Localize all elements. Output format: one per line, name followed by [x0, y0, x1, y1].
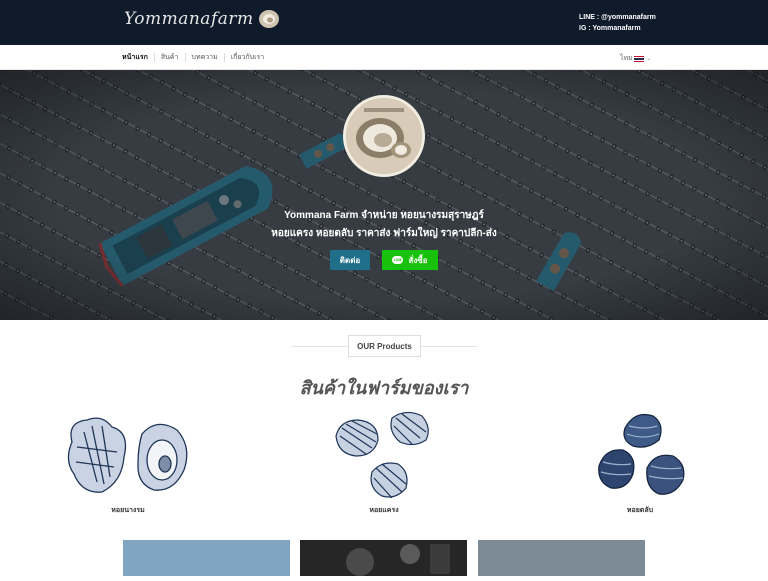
nav-menu: หน้าแรก สินค้า บทความ เกี่ยวกับเรา [122, 53, 270, 62]
order-button-label: สั่งซื้อ [408, 255, 428, 265]
ig-contact[interactable]: IG : Yommanafarm [579, 23, 656, 34]
hero-headline-2: หอยแครง หอยตลับ ราคาส่ง ฟาร์มใหญ่ ราคาปล… [271, 228, 497, 239]
oyster-photo-icon [346, 98, 422, 174]
main-nav: หน้าแรก สินค้า บทความ เกี่ยวกับเรา ไทย ⌄ [0, 45, 768, 70]
order-button[interactable]: LINE สั่งซื้อ [382, 250, 438, 270]
thumbnail-image [300, 540, 467, 576]
product-cockle[interactable] [330, 406, 435, 506]
article-thumbnail-3[interactable] [478, 540, 645, 576]
oyster-logo-icon [258, 10, 279, 28]
divider-right [421, 346, 477, 347]
product-label-cockle[interactable]: หอยแครง [324, 505, 444, 516]
contact-button[interactable]: ติดต่อ [330, 250, 370, 270]
article-thumbnail-2[interactable] [300, 540, 467, 576]
site-logo[interactable]: Yommanafarm [124, 8, 280, 30]
clam-icon [598, 413, 685, 495]
divider-left [292, 346, 348, 347]
language-selector[interactable]: ไทย ⌄ [620, 53, 651, 64]
language-label: ไทย [620, 55, 633, 62]
product-oyster[interactable] [62, 412, 192, 502]
nav-item-home[interactable]: หน้าแรก [122, 53, 154, 62]
hero-banner: Yommana Farm จำหน่าย หอยนางรมสุราษฎร์ หอ… [0, 70, 768, 320]
products-badge: OUR Products [348, 335, 421, 357]
thai-flag-icon [634, 55, 645, 62]
product-label-clam[interactable]: หอยตลับ [580, 505, 700, 516]
article-thumbnail-1[interactable] [123, 540, 290, 576]
contact-button-label: ติดต่อ [339, 255, 361, 265]
product-clam[interactable] [595, 408, 690, 505]
line-app-icon: LINE [392, 256, 404, 264]
chevron-down-icon: ⌄ [646, 56, 652, 62]
contact-info: LINE : @yommanafarm IG : Yommanafarm [579, 12, 656, 34]
nav-item-products[interactable]: สินค้า [153, 53, 185, 62]
hero-headline-1: Yommana Farm จำหน่าย หอยนางรมสุราษฎร์ [284, 210, 484, 221]
farm-avatar [343, 95, 425, 177]
section-title: สินค้าในฟาร์มของเรา [299, 378, 469, 398]
line-contact[interactable]: LINE : @yommanafarm [579, 12, 656, 23]
logo-text: Yommanafarm [124, 9, 254, 29]
top-header: Yommanafarm LINE : @yommanafarm IG : Yom… [0, 0, 768, 45]
nav-item-articles[interactable]: บทความ [184, 53, 224, 62]
product-label-oyster[interactable]: หอยนางรม [68, 505, 188, 516]
oyster-icon [67, 417, 188, 493]
cockle-icon [335, 411, 429, 499]
nav-item-about[interactable]: เกี่ยวกับเรา [223, 53, 270, 62]
